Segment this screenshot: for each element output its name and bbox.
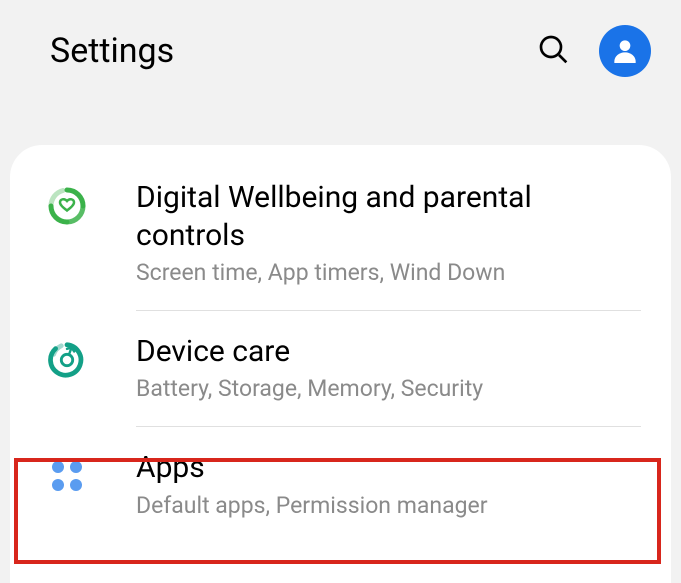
list-item-subtitle: Default apps, Permission manager (136, 491, 641, 521)
list-item-title: Digital Wellbeing and parental controls (136, 179, 641, 254)
search-icon[interactable] (537, 33, 569, 69)
settings-card: Digital Wellbeing and parental controls … (10, 145, 671, 583)
list-item-title: Device care (136, 333, 641, 371)
list-item-device-care[interactable]: Device care Battery, Storage, Memory, Se… (10, 311, 671, 426)
header: Settings (0, 0, 681, 80)
list-item-title: Apps (136, 449, 641, 487)
list-item-subtitle: Screen time, App timers, Wind Down (136, 258, 641, 288)
header-actions (537, 25, 651, 77)
wellbeing-icon (46, 185, 88, 227)
list-item-content: Apps Default apps, Permission manager (136, 449, 641, 520)
list-item-subtitle: Battery, Storage, Memory, Security (136, 374, 641, 404)
apps-icon (46, 455, 88, 497)
account-avatar[interactable] (599, 25, 651, 77)
page-title: Settings (50, 31, 174, 71)
list-item-content: Device care Battery, Storage, Memory, Se… (136, 333, 641, 404)
list-item-digital-wellbeing[interactable]: Digital Wellbeing and parental controls … (10, 157, 671, 310)
device-care-icon (46, 339, 88, 381)
list-item-content: Digital Wellbeing and parental controls … (136, 179, 641, 288)
list-item-apps[interactable]: Apps Default apps, Permission manager (10, 427, 671, 542)
